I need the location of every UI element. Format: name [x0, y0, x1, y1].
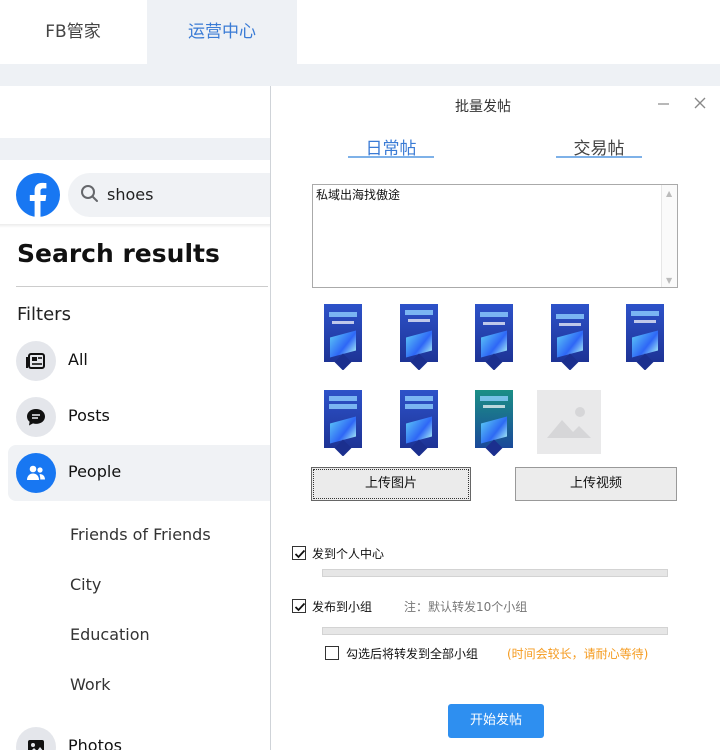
tab-trade-post[interactable]: 交易帖 — [556, 134, 642, 159]
filter-label: Posts — [68, 406, 110, 425]
image-thumbnail[interactable] — [475, 390, 513, 456]
image-thumbnail[interactable] — [475, 304, 513, 370]
page-title: Search results — [17, 239, 220, 268]
filter-label: All — [68, 350, 88, 369]
search-icon — [80, 184, 100, 208]
filters-heading: Filters — [17, 304, 71, 325]
image-thumbnail[interactable] — [551, 304, 589, 370]
upload-video-button[interactable]: 上传视频 — [515, 467, 677, 501]
header-shadow — [0, 224, 272, 228]
post-personal-checkbox[interactable] — [292, 546, 306, 560]
post-personal-label: 发到个人中心 — [312, 547, 385, 561]
scroll-up-icon[interactable]: ▲ — [666, 189, 672, 198]
filter-people[interactable]: People — [8, 445, 272, 501]
subfilter-friends-of-friends[interactable]: Friends of Friends — [70, 525, 211, 544]
close-icon[interactable] — [691, 94, 709, 112]
divider-strip — [0, 138, 280, 160]
tab-fb-manager[interactable]: FB管家 — [0, 0, 146, 64]
facebook-logo-icon[interactable] — [16, 173, 60, 217]
start-posting-button[interactable]: 开始发帖 — [448, 704, 544, 738]
scroll-down-icon[interactable]: ▼ — [666, 276, 672, 285]
forward-all-checkbox[interactable] — [325, 646, 339, 660]
filter-label: Photos — [68, 736, 122, 750]
tab-daily-post[interactable]: 日常帖 — [348, 134, 434, 159]
divider — [16, 286, 268, 287]
post-content-value: 私域出海找傲途 — [316, 188, 401, 202]
image-thumbnail[interactable] — [324, 304, 362, 370]
people-icon — [16, 453, 56, 493]
facebook-panel: shoes Search results Filters All Posts P… — [0, 160, 272, 750]
forward-all-label: 勾选后将转发到全部小组 — [346, 647, 479, 661]
batch-post-dialog: 批量发帖 日常帖 交易帖 私域出海找傲途 ▲ ▼ 上传图片 上传视频 发到个人中… — [270, 86, 720, 750]
search-input[interactable]: shoes — [107, 185, 153, 204]
app-tab-bar: FB管家 运营中心 — [0, 0, 720, 64]
post-content-textarea[interactable]: 私域出海找傲途 ▲ ▼ — [312, 184, 678, 288]
post-personal-progress — [322, 569, 668, 577]
subfilter-city[interactable]: City — [70, 575, 101, 594]
photo-icon — [16, 727, 56, 750]
scrollbar[interactable]: ▲ ▼ — [661, 185, 677, 287]
post-groups-progress — [322, 627, 668, 635]
news-feed-icon — [16, 341, 56, 381]
chat-bubble-icon — [16, 397, 56, 437]
image-thumbnail[interactable] — [324, 390, 362, 456]
image-thumbnail[interactable] — [400, 304, 438, 370]
screen: FB管家 运营中心 shoes Search results Filters A… — [0, 0, 720, 750]
dialog-title: 批量发帖 — [455, 99, 511, 115]
filter-label: People — [68, 462, 122, 481]
post-groups-label: 发布到小组 — [312, 600, 373, 614]
post-groups-note: 注：默认转发10个小组 — [404, 600, 528, 614]
divider-strip — [0, 64, 720, 86]
filter-posts[interactable]: Posts — [8, 389, 272, 445]
filter-photos[interactable]: Photos — [8, 722, 272, 750]
image-placeholder-icon[interactable] — [537, 390, 601, 454]
upload-image-button[interactable]: 上传图片 — [311, 467, 471, 501]
forward-all-warning: (时间会较长，请耐心等待) — [507, 647, 649, 661]
blank-strip — [0, 86, 280, 138]
subfilter-work[interactable]: Work — [70, 675, 111, 694]
search-box[interactable]: shoes — [68, 173, 272, 217]
image-thumbnail[interactable] — [626, 304, 664, 370]
minimize-icon[interactable] — [655, 93, 673, 111]
tab-underline — [348, 156, 434, 158]
post-groups-checkbox[interactable] — [292, 599, 306, 613]
tab-underline — [556, 156, 642, 158]
subfilter-education[interactable]: Education — [70, 625, 150, 644]
tab-operations-center[interactable]: 运营中心 — [147, 0, 297, 64]
image-thumbnail[interactable] — [400, 390, 438, 456]
filter-all[interactable]: All — [8, 333, 272, 389]
